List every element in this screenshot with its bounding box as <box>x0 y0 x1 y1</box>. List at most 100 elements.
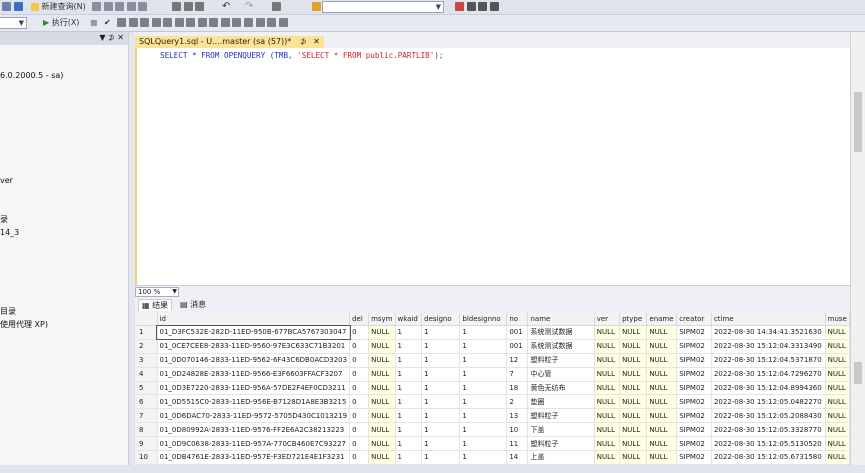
tree-node-catalog[interactable]: 目录 <box>0 306 16 317</box>
scroll-thumb[interactable] <box>854 92 862 152</box>
table-cell[interactable]: 2022-08-30 15:12:04.7296270 <box>711 367 826 382</box>
row-number[interactable]: 2 <box>137 339 158 354</box>
table-row[interactable]: 2 01_0CE7CEE8-2833-11ED-9560-97E3C633C71B… <box>137 339 850 354</box>
table-row[interactable]: 9 01_0D9C0638-2833-11ED-957A-770CB460E7C9… <box>137 436 850 452</box>
table-cell[interactable]: NULL <box>646 394 678 410</box>
table-cell[interactable]: NULL <box>594 367 621 382</box>
table-cell[interactable]: NULL <box>619 450 648 465</box>
table-cell[interactable]: NULL <box>646 325 678 340</box>
table-cell[interactable]: 下盖 <box>527 422 595 438</box>
row-number[interactable]: 3 <box>137 353 158 368</box>
table-cell[interactable]: 2022-08-30 15:12:04.3313490 <box>711 339 826 354</box>
table-cell[interactable]: 2022-08-30 15:12:04.8994360 <box>711 381 826 396</box>
table-cell[interactable]: NULL <box>619 339 648 354</box>
table-cell[interactable]: NULL <box>646 408 678 424</box>
table-cell[interactable]: NULL <box>646 422 678 438</box>
query-editor[interactable]: SELECT * FROM OPENQUERY (TMB, 'SELECT * … <box>135 48 852 285</box>
table-cell[interactable]: 1 <box>395 339 423 354</box>
tree-node-ver[interactable]: ver <box>0 176 13 185</box>
column-header[interactable]: wkaid <box>395 313 423 326</box>
table-cell[interactable]: 1 <box>459 367 508 382</box>
table-cell[interactable]: NULL <box>619 381 648 396</box>
table-cell[interactable]: NULL <box>619 422 648 438</box>
table-cell[interactable]: 塑料粒子 <box>527 408 595 424</box>
results-grid[interactable]: id del msym wkaid designo bldesignno no name ver… <box>137 313 850 465</box>
table-cell[interactable]: 1 <box>421 353 461 368</box>
table-cell[interactable]: NULL <box>646 381 678 396</box>
row-number[interactable]: 5 <box>137 381 158 396</box>
column-header[interactable]: creator <box>676 313 712 326</box>
table-cell[interactable]: 2 <box>506 394 529 410</box>
vertical-scrollbar[interactable] <box>850 32 865 473</box>
tab-messages[interactable]: ▤ 消息 <box>177 299 209 310</box>
table-cell[interactable]: NULL <box>368 381 396 396</box>
toolbar-icons-right[interactable] <box>455 1 499 12</box>
table-cell[interactable]: 中心管 <box>527 367 595 382</box>
table-cell[interactable]: 18 <box>506 381 529 396</box>
table-cell[interactable]: NULL <box>646 367 678 382</box>
table-cell[interactable]: SIPM02 <box>676 339 712 354</box>
table-cell[interactable]: NULL <box>368 339 396 354</box>
table-cell[interactable]: 0 <box>349 339 370 354</box>
table-cell[interactable]: 7 <box>506 367 529 382</box>
table-cell[interactable]: 2022-08-30 15:12:05.2088430 <box>711 408 826 424</box>
table-cell[interactable]: NULL <box>594 339 621 354</box>
table-cell[interactable]: NULL <box>646 436 678 452</box>
tree-node-server[interactable]: 6.0.2000.5 - sa) <box>0 71 63 80</box>
table-cell[interactable]: 14 <box>506 450 529 465</box>
table-cell[interactable]: NULL <box>368 422 396 438</box>
table-cell[interactable]: 01_0D80992A-2833-11ED-9576-FF2E6A2C38213… <box>157 422 351 438</box>
toolbar-icon-d[interactable] <box>312 1 321 12</box>
table-cell[interactable]: 1 <box>395 450 423 465</box>
table-cell[interactable]: 0 <box>349 422 370 438</box>
table-cell[interactable]: NULL <box>646 339 678 354</box>
table-row[interactable]: 10 01_0DB4761E-2833-11ED-957E-F3ED721E4E1… <box>137 450 850 465</box>
table-cell[interactable]: 1 <box>395 367 423 382</box>
sql-text[interactable]: SELECT * FROM OPENQUERY (TMB, 'SELECT * … <box>160 51 443 60</box>
toolbar-icon-b[interactable] <box>14 1 23 12</box>
table-cell[interactable]: 1 <box>459 422 508 438</box>
table-cell[interactable]: NULL <box>825 436 850 452</box>
table-cell[interactable]: 01_0D070146-2833-11ED-9562-6F43C6DB0ACD3… <box>157 353 351 368</box>
table-cell[interactable]: NULL <box>825 325 850 340</box>
table-cell[interactable]: 1 <box>421 394 461 410</box>
table-cell[interactable]: NULL <box>368 367 396 382</box>
tab-results[interactable]: ▦ 结果 <box>138 299 173 311</box>
toolbar-icon-c[interactable] <box>272 1 281 12</box>
table-cell[interactable]: NULL <box>619 394 648 410</box>
column-header[interactable]: no <box>506 313 529 326</box>
table-cell[interactable]: NULL <box>619 408 648 424</box>
row-number[interactable]: 9 <box>137 436 158 452</box>
tab-close-icon[interactable]: ✕ <box>313 37 320 46</box>
panel-pin-close-icons[interactable]: ▼ ⊅ ✕ <box>99 33 124 42</box>
table-row[interactable]: 6 01_0D5515C0-2833-11ED-956E-B7128D1A8E3B… <box>137 394 850 410</box>
table-cell[interactable]: 塑料粒子 <box>527 353 595 368</box>
table-cell[interactable]: 01_0D5515C0-2833-11ED-956E-B7128D1A8E3B3… <box>157 394 351 410</box>
toolbar2-icons[interactable] <box>117 17 288 28</box>
toolbar-icons-db[interactable] <box>92 1 148 12</box>
row-number[interactable]: 6 <box>137 394 158 410</box>
stop-icon[interactable]: ■ <box>90 17 98 28</box>
table-cell[interactable]: 1 <box>395 422 423 438</box>
table-cell[interactable]: NULL <box>825 381 850 396</box>
column-header[interactable]: bldesignno <box>459 313 508 326</box>
table-cell[interactable]: 01_0D6DAC70-2833-11ED-9572-5705D430C1013… <box>157 408 351 424</box>
table-cell[interactable]: 1 <box>459 353 508 368</box>
table-cell[interactable]: 2022-08-30 15:12:05.6731580 <box>711 450 826 465</box>
tree-node-agent-xp[interactable]: 使用代理 XP) <box>0 319 48 330</box>
table-cell[interactable]: NULL <box>594 381 621 396</box>
table-cell[interactable]: NULL <box>594 394 621 410</box>
zoom-dropdown[interactable]: 100 % ▼ <box>135 287 179 297</box>
row-number[interactable]: 7 <box>137 408 158 424</box>
table-cell[interactable]: 0 <box>349 408 370 424</box>
table-cell[interactable]: NULL <box>619 436 648 452</box>
table-cell[interactable]: NULL <box>825 353 850 368</box>
table-row[interactable]: 3 01_0D070146-2833-11ED-9562-6F43C6DB0ACD… <box>137 353 850 368</box>
table-cell[interactable]: NULL <box>368 325 396 340</box>
table-cell[interactable]: 2022-08-30 15:12:05.0482270 <box>711 394 826 410</box>
table-cell[interactable]: NULL <box>368 353 396 368</box>
table-cell[interactable]: NULL <box>825 394 850 410</box>
table-cell[interactable]: 1 <box>421 422 461 438</box>
table-cell[interactable]: 1 <box>459 394 508 410</box>
table-cell[interactable]: NULL <box>619 367 648 382</box>
